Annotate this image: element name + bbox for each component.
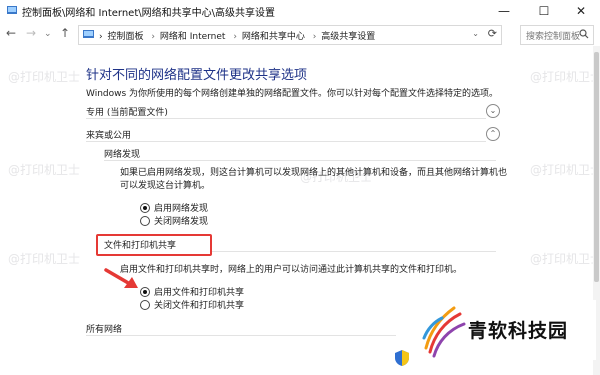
- control-panel-icon: [7, 6, 17, 14]
- radio-label: 启用网络发现: [154, 204, 209, 214]
- red-arrow-icon: [104, 268, 138, 288]
- watermark: @打印机卫士: [530, 252, 600, 266]
- up-button[interactable]: ↑: [60, 26, 70, 40]
- brand-logo: 青软科技园: [418, 300, 596, 360]
- recent-locations-button[interactable]: ⌄: [44, 29, 52, 39]
- radio-button[interactable]: [140, 299, 150, 310]
- address-bar[interactable]: › 控制面板 › 网络和 Internet › 网络和共享中心 › 高级共享设置…: [78, 25, 502, 45]
- radio-label: 关闭文件和打印机共享: [154, 301, 245, 311]
- network-discovery-title: 网络发现: [104, 150, 141, 160]
- minimize-button[interactable]: —: [484, 0, 524, 22]
- crumb-network-internet[interactable]: 网络和 Internet: [160, 32, 226, 42]
- radio-button[interactable]: [140, 215, 150, 226]
- crumb-advanced-sharing[interactable]: 高级共享设置: [321, 32, 375, 42]
- radio-label: 启用文件和打印机共享: [154, 288, 245, 298]
- section-divider: [86, 118, 486, 119]
- radio-enable-network-discovery[interactable]: 启用网络发现: [140, 201, 208, 214]
- logo-text: 青软科技园: [468, 320, 569, 342]
- watermark: @打印机卫士: [8, 163, 81, 177]
- crumb-control-panel[interactable]: 控制面板: [107, 32, 143, 42]
- section-divider: [86, 141, 486, 142]
- refresh-icon[interactable]: ⟳: [488, 27, 497, 40]
- watermark: @打印机卫士: [8, 252, 81, 266]
- title-bar: 控制面板\网络和 Internet\网络和共享中心\高级共享设置 — ☐ ✕: [0, 0, 600, 23]
- network-discovery-desc-2: 可以发现这台计算机。: [120, 181, 211, 191]
- address-dropdown-button[interactable]: ⌄: [472, 29, 479, 38]
- crumb-network-sharing-center[interactable]: 网络和共享中心: [242, 32, 305, 42]
- window-title: 控制面板\网络和 Internet\网络和共享中心\高级共享设置: [22, 8, 275, 19]
- section-divider: [86, 335, 396, 336]
- watermark: @打印机卫士: [530, 163, 600, 177]
- radio-enable-file-sharing[interactable]: 启用文件和打印机共享: [140, 285, 244, 298]
- crumb-separator: ›: [99, 32, 103, 42]
- scrollbar-thumb[interactable]: [594, 52, 599, 282]
- shield-icon[interactable]: [392, 348, 412, 368]
- crumb-separator[interactable]: ›: [313, 32, 317, 42]
- radio-disable-file-sharing[interactable]: 关闭文件和打印机共享: [140, 298, 244, 311]
- address-row: ← → ⌄ ↑ › 控制面板 › 网络和 Internet › 网络和共享中心 …: [0, 22, 600, 46]
- close-button[interactable]: ✕: [562, 0, 600, 22]
- file-sharing-desc: 启用文件和打印机共享时，网络上的用户可以访问通过此计算机共享的文件和打印机。: [120, 265, 463, 275]
- radio-button[interactable]: [140, 202, 150, 213]
- highlight-box: [96, 234, 212, 256]
- logo-mark-icon: [422, 306, 466, 358]
- watermark: @打印机卫士: [8, 70, 81, 84]
- forward-button[interactable]: →: [26, 26, 36, 40]
- maximize-button[interactable]: ☐: [524, 0, 564, 22]
- crumb-separator[interactable]: ›: [151, 32, 155, 42]
- radio-disable-network-discovery[interactable]: 关闭网络发现: [140, 214, 208, 227]
- section-all-networks[interactable]: 所有网络: [86, 322, 122, 335]
- network-discovery-desc-1: 如果已启用网络发现，则这台计算机可以发现网络上的其他计算机和设备，而且其他网络计…: [120, 168, 508, 178]
- crumb-separator[interactable]: ›: [233, 32, 237, 42]
- section-guest-public[interactable]: 来宾或公用: [86, 128, 131, 141]
- page-title: 针对不同的网络配置文件更改共享选项: [86, 68, 308, 83]
- breadcrumb: › 控制面板 › 网络和 Internet › 网络和共享中心 › 高级共享设置: [99, 29, 377, 42]
- chevron-down-icon[interactable]: ⌄: [486, 104, 500, 118]
- back-button[interactable]: ←: [6, 26, 16, 40]
- search-placeholder: 搜索控制面板: [526, 32, 581, 42]
- control-panel-small-icon: [83, 30, 94, 38]
- radio-label: 关闭网络发现: [154, 217, 209, 227]
- section-private[interactable]: 专用 (当前配置文件): [86, 105, 168, 118]
- search-icon: [579, 29, 589, 39]
- page-intro: Windows 为你所使用的每个网络创建单独的网络配置文件。你可以针对每个配置文…: [86, 89, 499, 99]
- radio-button[interactable]: [140, 286, 150, 297]
- section-divider: [210, 251, 496, 252]
- search-input[interactable]: 搜索控制面板: [520, 25, 594, 45]
- watermark: @打印机卫士: [530, 70, 600, 84]
- chevron-up-icon[interactable]: ⌃: [486, 127, 500, 141]
- section-divider: [104, 160, 496, 161]
